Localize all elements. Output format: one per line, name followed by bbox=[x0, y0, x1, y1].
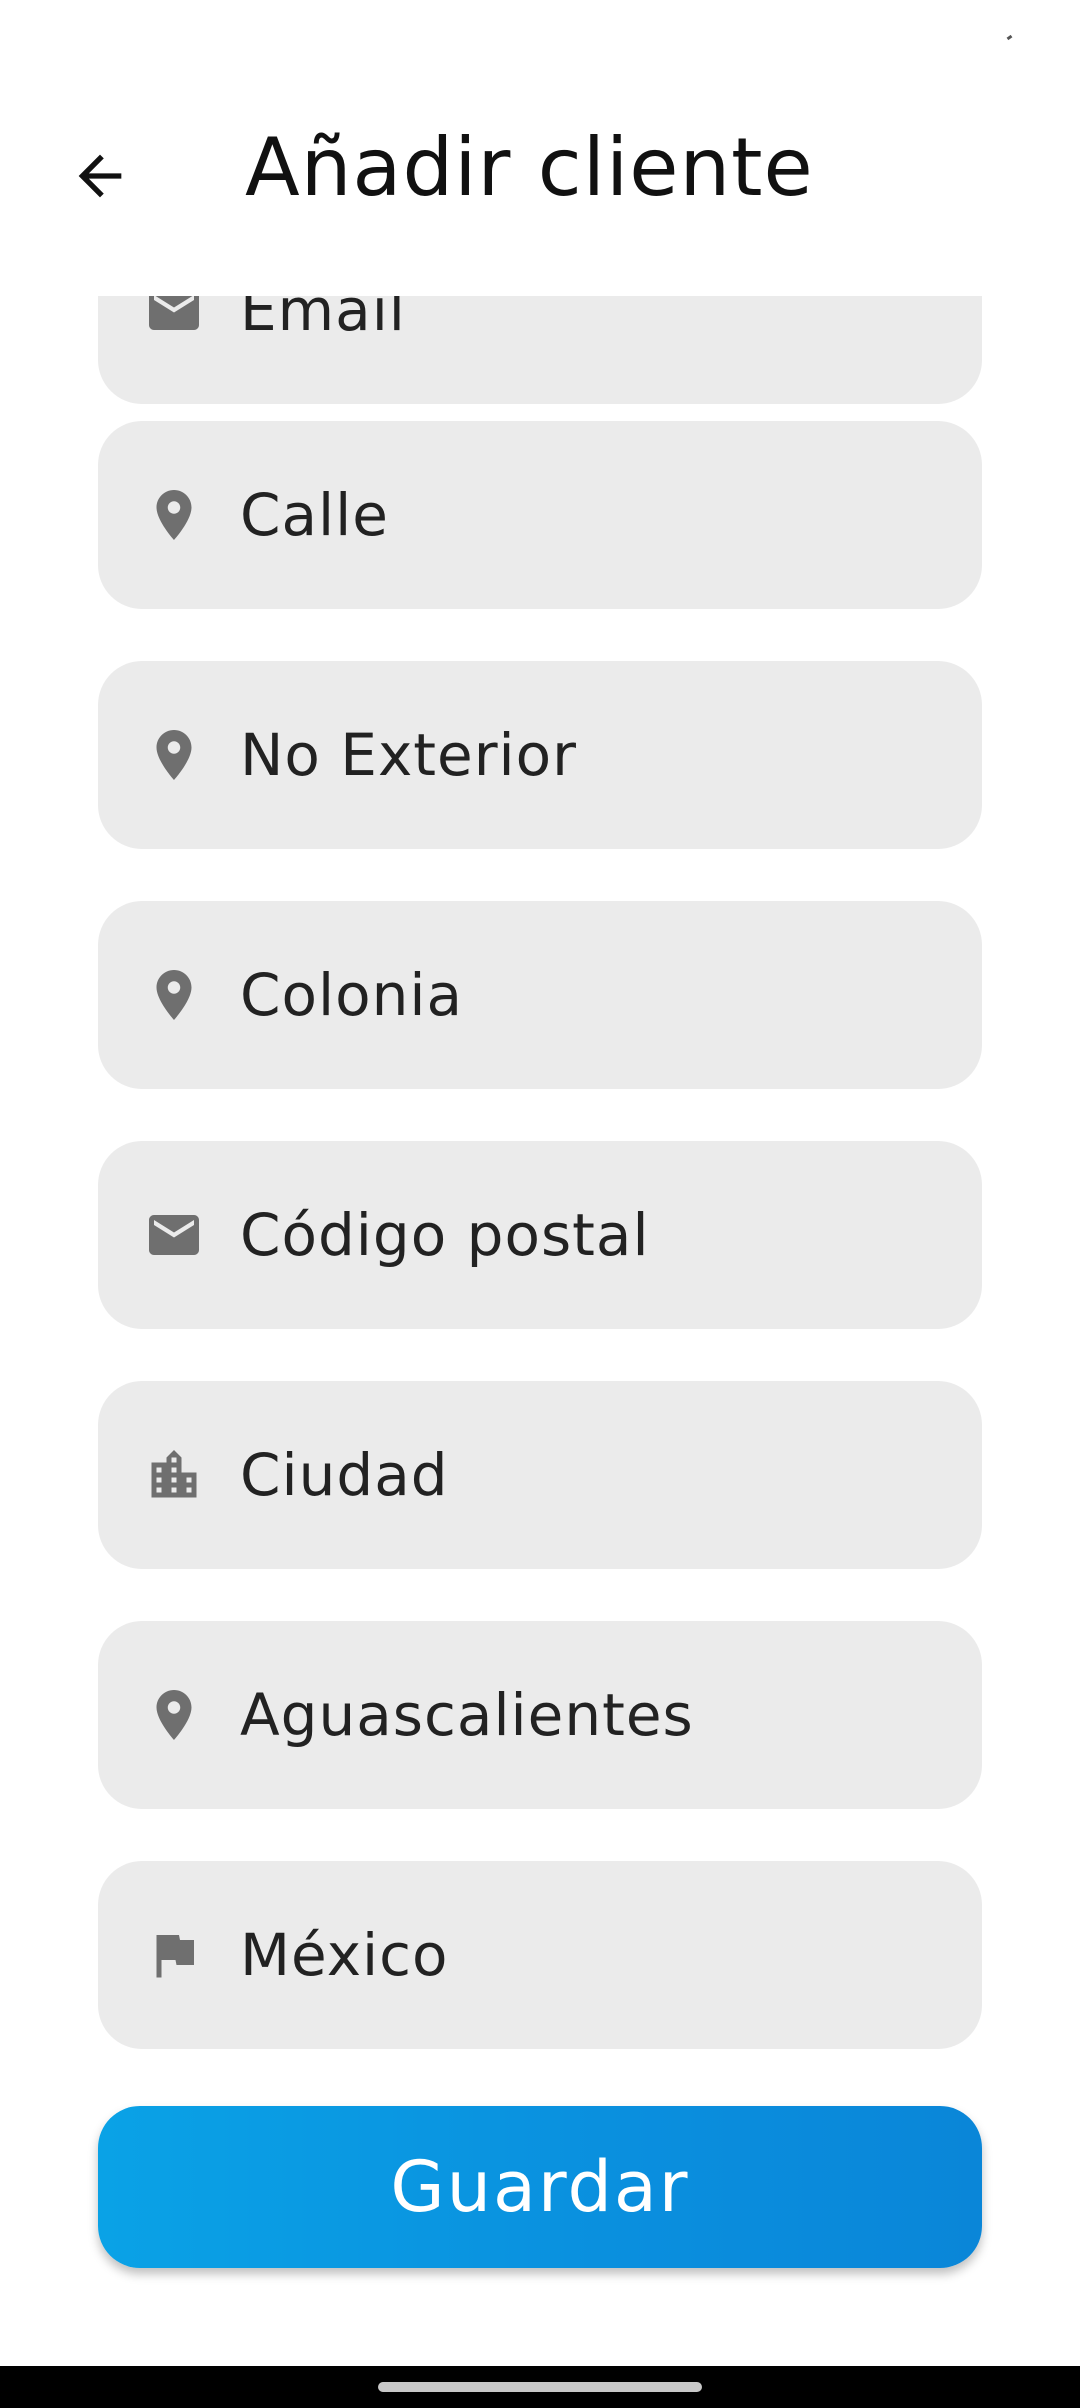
location-pin-icon bbox=[144, 725, 204, 785]
back-button[interactable] bbox=[48, 124, 152, 228]
city-placeholder: Ciudad bbox=[240, 1441, 449, 1509]
form-scroll-area[interactable]: Email Calle No Exterior Colonia Código p… bbox=[0, 296, 1080, 2084]
system-nav-bar bbox=[0, 2366, 1080, 2408]
location-pin-icon bbox=[144, 1685, 204, 1745]
postal-code-field[interactable]: Código postal bbox=[98, 1141, 982, 1329]
state-field[interactable]: Aguascalientes bbox=[98, 1621, 982, 1809]
location-pin-icon bbox=[144, 965, 204, 1025]
street-field[interactable]: Calle bbox=[98, 421, 982, 609]
mail-icon bbox=[144, 296, 204, 340]
state-placeholder: Aguascalientes bbox=[240, 1681, 694, 1749]
save-button[interactable]: Guardar bbox=[98, 2106, 982, 2268]
exterior-number-field[interactable]: No Exterior bbox=[98, 661, 982, 849]
neighborhood-placeholder: Colonia bbox=[240, 961, 463, 1029]
home-indicator[interactable] bbox=[378, 2382, 702, 2392]
page-title: Añadir cliente bbox=[245, 121, 814, 214]
postal-code-placeholder: Código postal bbox=[240, 1201, 650, 1269]
app-bar: Añadir cliente bbox=[0, 80, 1080, 296]
email-placeholder: Email bbox=[240, 296, 406, 344]
status-indicator bbox=[1006, 34, 1013, 41]
location-pin-icon bbox=[144, 485, 204, 545]
exterior-number-placeholder: No Exterior bbox=[240, 721, 577, 789]
city-buildings-icon bbox=[144, 1445, 204, 1505]
mail-icon bbox=[144, 1205, 204, 1265]
flag-icon bbox=[144, 1925, 204, 1985]
arrow-back-icon bbox=[78, 154, 122, 198]
country-placeholder: México bbox=[240, 1921, 449, 1989]
street-placeholder: Calle bbox=[240, 481, 389, 549]
neighborhood-field[interactable]: Colonia bbox=[98, 901, 982, 1089]
city-field[interactable]: Ciudad bbox=[98, 1381, 982, 1569]
country-field[interactable]: México bbox=[98, 1861, 982, 2049]
status-bar bbox=[0, 0, 1080, 80]
email-field[interactable]: Email bbox=[98, 296, 982, 404]
